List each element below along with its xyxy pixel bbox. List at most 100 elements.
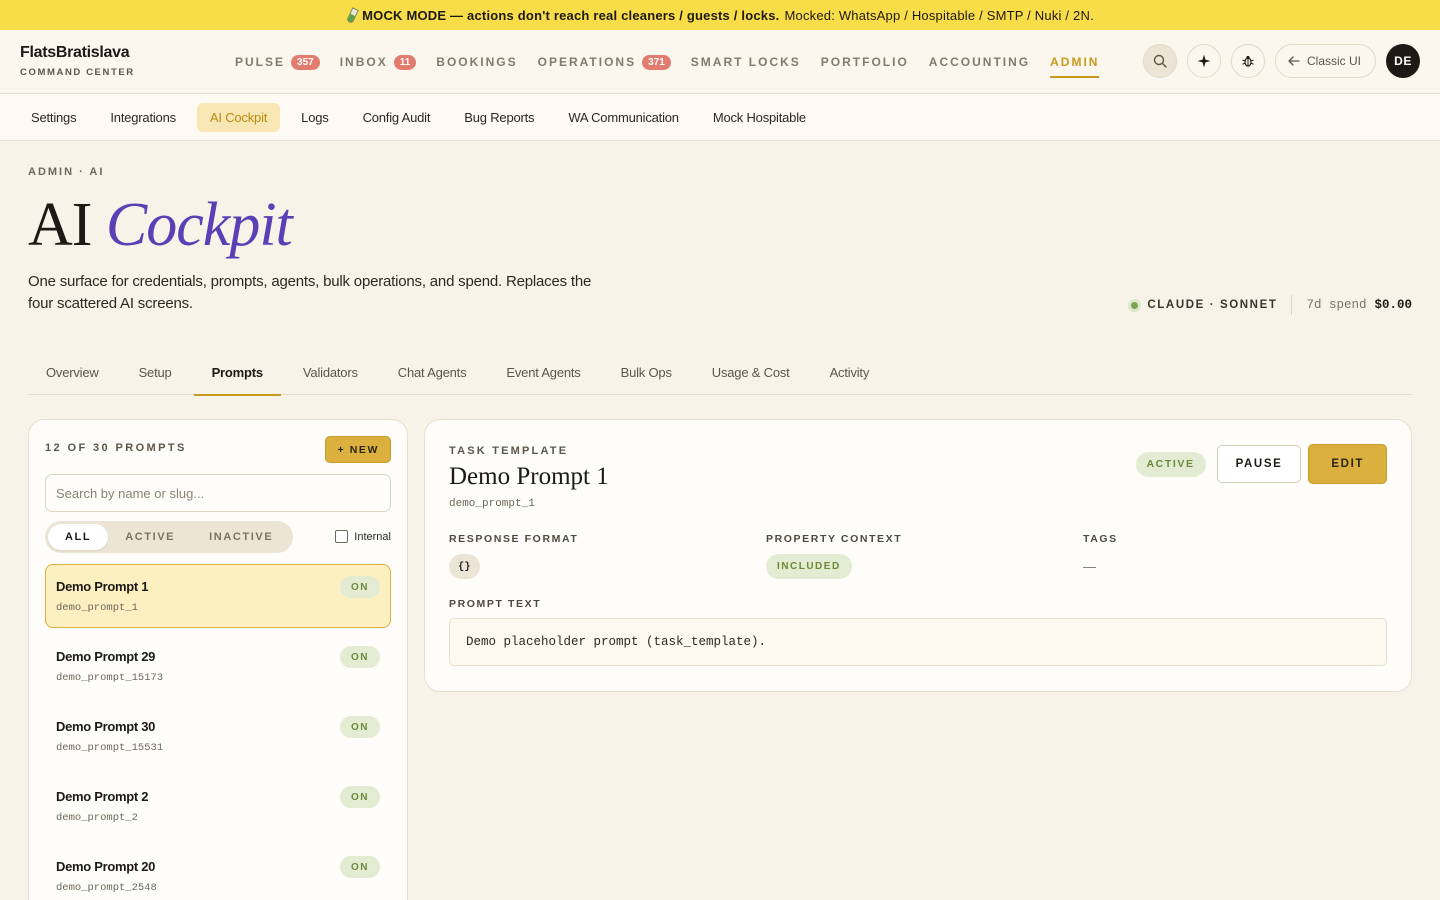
subnav-ai-cockpit[interactable]: AI Cockpit <box>196 102 281 132</box>
property-context-chip: INCLUDED <box>766 554 852 579</box>
status-dot-icon <box>1128 298 1142 312</box>
list-item[interactable]: Demo Prompt 29 demo_prompt_15173 ON <box>45 634 391 698</box>
status-badge: ON <box>340 786 380 808</box>
nav-pulse[interactable]: PULSE 357 <box>235 30 320 94</box>
pause-button[interactable]: PAUSE <box>1216 445 1302 483</box>
prompt-slug: demo_prompt_1 <box>56 602 138 614</box>
nav-admin[interactable]: ADMIN <box>1050 30 1100 94</box>
tab-validators[interactable]: Validators <box>285 350 376 395</box>
cockpit-tabs: Overview Setup Prompts Validators Chat A… <box>28 350 1412 396</box>
filter-all[interactable]: ALL <box>48 524 109 550</box>
tab-activity[interactable]: Activity <box>812 350 888 395</box>
classic-ui-button[interactable]: Classic UI <box>1274 44 1376 78</box>
tab-event-agents[interactable]: Event Agents <box>488 350 598 395</box>
prompt-title: Demo Prompt 1 <box>449 463 609 490</box>
edit-button[interactable]: EDIT <box>1308 444 1387 484</box>
tab-setup[interactable]: Setup <box>121 350 190 395</box>
response-format-chip: {} <box>449 554 480 579</box>
list-item[interactable]: Demo Prompt 2 demo_prompt_2 ON <box>45 774 391 838</box>
header-actions: Classic UI DE <box>1142 44 1420 78</box>
status-badge: ON <box>340 716 380 738</box>
subnav-bug-reports[interactable]: Bug Reports <box>451 103 547 132</box>
test-tube-icon <box>346 8 356 22</box>
list-item[interactable]: Demo Prompt 1 demo_prompt_1 ON <box>45 564 391 628</box>
page-title-plain: AI <box>28 191 106 259</box>
ai-assistant-button[interactable] <box>1186 44 1221 78</box>
model-status: CLAUDE · SONNET 7d spend $0.00 <box>1128 295 1412 315</box>
mock-banner-title: MOCK MODE — actions don't reach real cle… <box>362 7 780 23</box>
internal-label: Internal <box>354 530 391 543</box>
subnav-settings[interactable]: Settings <box>18 103 89 132</box>
tab-chat-agents[interactable]: Chat Agents <box>380 350 485 395</box>
top-header: FlatsBratislava COMMAND CENTER PULSE 357… <box>0 30 1440 94</box>
filter-inactive[interactable]: INACTIVE <box>192 524 290 550</box>
property-context-label: PROPERTY CONTEXT <box>766 533 903 545</box>
list-item[interactable]: Demo Prompt 20 demo_prompt_2548 ON <box>45 844 391 900</box>
nav-inbox[interactable]: INBOX 11 <box>340 30 417 94</box>
prompt-text-label: PROMPT TEXT <box>449 598 542 610</box>
prompt-name: Demo Prompt 30 <box>56 719 156 734</box>
tab-bulk-ops[interactable]: Bulk Ops <box>603 350 690 395</box>
prompt-slug: demo_prompt_2548 <box>56 882 157 894</box>
nav-accounting[interactable]: ACCOUNTING <box>929 30 1030 94</box>
status-badge: ON <box>340 646 380 668</box>
sparkle-icon <box>1197 54 1211 68</box>
subnav-logs[interactable]: Logs <box>288 103 341 132</box>
bug-report-button[interactable] <box>1230 44 1265 78</box>
nav-label: INBOX <box>339 55 388 69</box>
brand-subtitle: COMMAND CENTER <box>20 67 135 78</box>
prompt-search-input[interactable] <box>45 474 391 512</box>
prompt-text: Demo placeholder prompt (task_template). <box>449 618 1387 666</box>
mock-mode-banner: MOCK MODE — actions don't reach real cle… <box>0 0 1440 30</box>
tags-value: — <box>1083 559 1096 574</box>
prompt-name: Demo Prompt 29 <box>56 649 156 664</box>
count-badge: 371 <box>642 54 671 70</box>
status-badge: ACTIVE <box>1135 451 1206 477</box>
status-filter: ALL ACTIVE INACTIVE <box>45 521 294 553</box>
prompt-slug: demo_prompt_2 <box>56 812 138 824</box>
nav-bookings[interactable]: BOOKINGS <box>436 30 517 94</box>
page-eyebrow: ADMIN · AI <box>28 166 105 178</box>
tab-overview[interactable]: Overview <box>28 350 117 395</box>
prompt-actions: ACTIVE PAUSE EDIT <box>1135 444 1387 484</box>
prompt-name: Demo Prompt 20 <box>56 859 156 874</box>
subnav-wa-communication[interactable]: WA Communication <box>555 103 691 132</box>
nav-portfolio[interactable]: PORTFOLIO <box>821 30 909 94</box>
brand[interactable]: FlatsBratislava COMMAND CENTER <box>20 44 135 78</box>
model-name: CLAUDE · SONNET <box>1147 299 1278 311</box>
new-prompt-button[interactable]: + NEW <box>325 436 391 463</box>
list-item[interactable]: Demo Prompt 30 demo_prompt_15531 ON <box>45 704 391 768</box>
page-description: One surface for credentials, prompts, ag… <box>28 273 592 312</box>
prompt-slug: demo_prompt_15531 <box>56 742 164 754</box>
nav-operations[interactable]: OPERATIONS 371 <box>538 30 671 94</box>
bug-icon <box>1242 55 1254 67</box>
nav-label: SMART LOCKS <box>690 55 801 69</box>
subnav-config-audit[interactable]: Config Audit <box>350 103 444 132</box>
count-badge: 357 <box>291 54 320 70</box>
filter-active[interactable]: ACTIVE <box>108 524 192 550</box>
subnav-integrations[interactable]: Integrations <box>97 103 189 132</box>
admin-subnav: Settings Integrations AI Cockpit Logs Co… <box>0 94 1440 141</box>
internal-toggle[interactable]: Internal <box>335 530 391 543</box>
nav-label: ADMIN <box>1050 55 1100 69</box>
arrow-left-icon <box>1288 56 1300 66</box>
nav-smart-locks[interactable]: SMART LOCKS <box>691 30 801 94</box>
subnav-mock-hospitable[interactable]: Mock Hospitable <box>700 103 819 132</box>
nav-label: PULSE <box>235 55 286 69</box>
prompt-name: Demo Prompt 1 <box>56 579 149 594</box>
main-nav: PULSE 357 INBOX 11 BOOKINGS OPERATIONS 3… <box>235 30 1100 94</box>
spend-value: $0.00 <box>1374 298 1412 312</box>
count-badge: 11 <box>393 54 417 70</box>
prompt-detail-slug: demo_prompt_1 <box>449 498 535 510</box>
prompt-list: Demo Prompt 1 demo_prompt_1 ON Demo Prom… <box>45 564 391 900</box>
internal-checkbox[interactable] <box>335 530 349 543</box>
tab-prompts[interactable]: Prompts <box>193 350 282 396</box>
tab-usage-cost[interactable]: Usage & Cost <box>694 350 808 395</box>
brand-name: FlatsBratislava <box>20 44 130 61</box>
user-avatar[interactable]: DE <box>1386 44 1420 78</box>
prompt-name: Demo Prompt 2 <box>56 789 149 804</box>
search-button[interactable] <box>1142 44 1177 78</box>
prompt-slug: demo_prompt_15173 <box>56 672 164 684</box>
nav-label: PORTFOLIO <box>820 55 909 69</box>
tags-label: TAGS <box>1083 533 1118 545</box>
